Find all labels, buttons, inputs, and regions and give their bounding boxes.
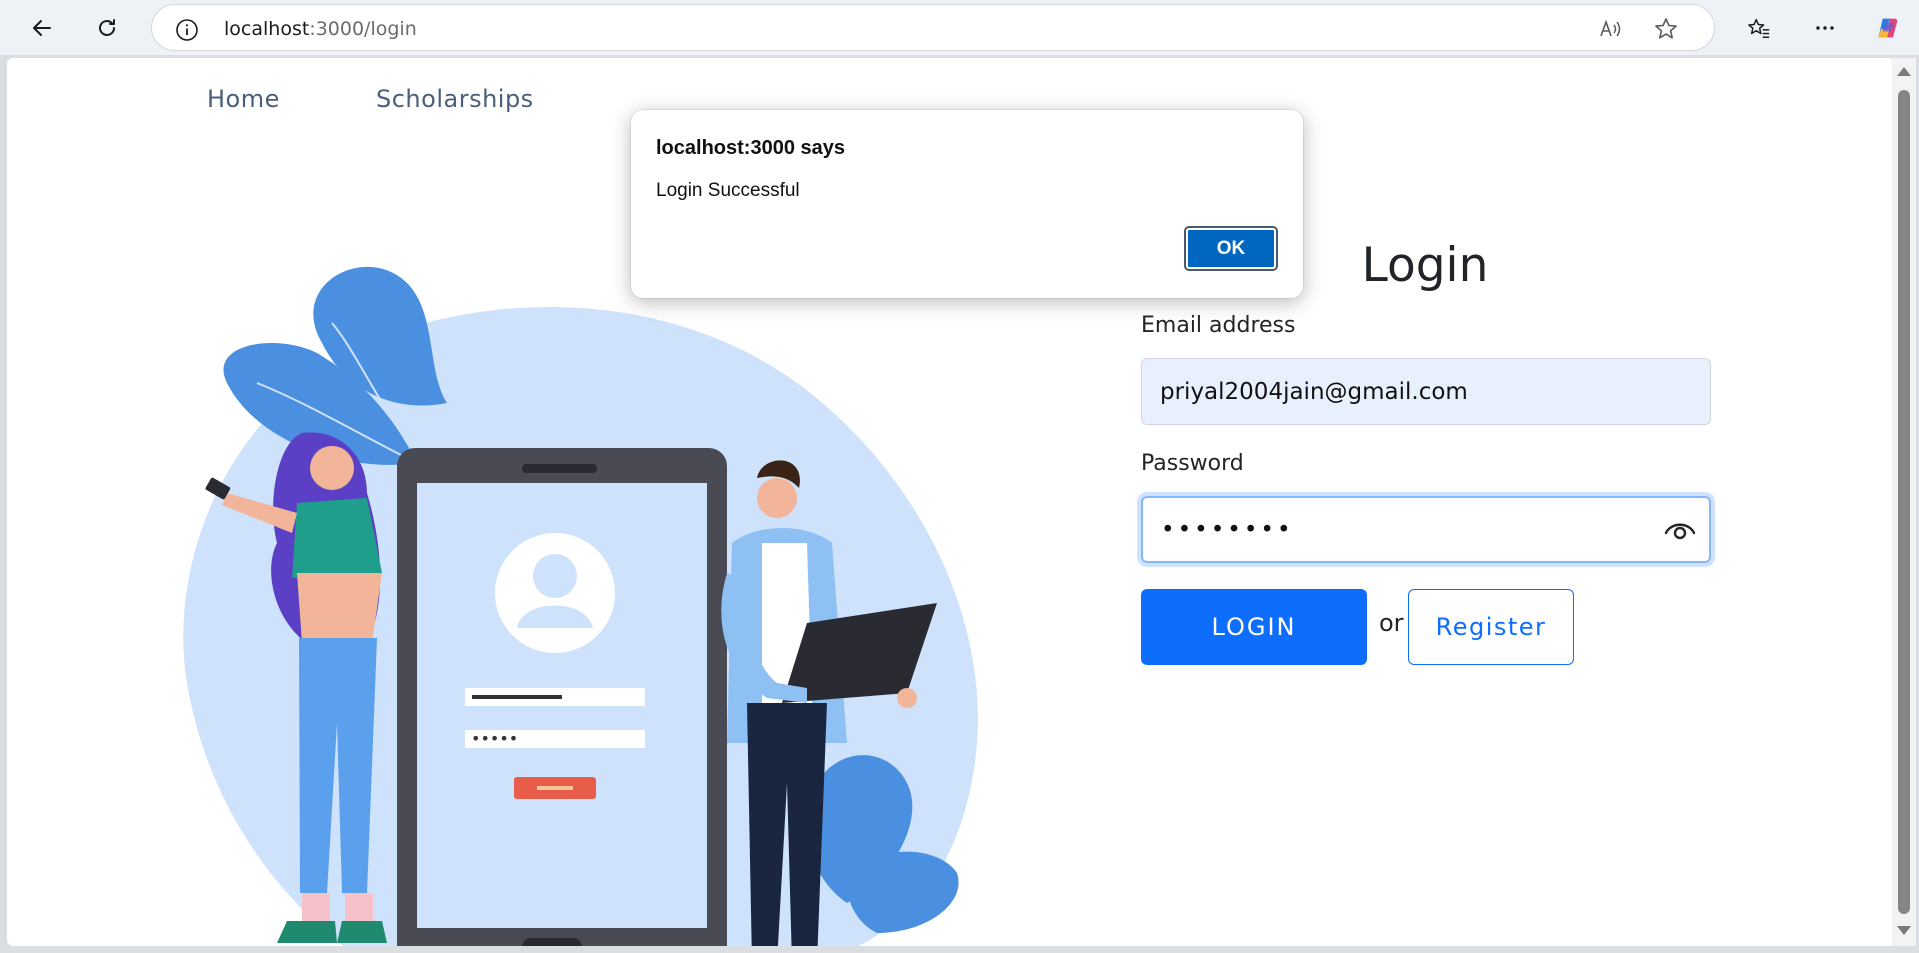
dialog-message: Login Successful (656, 180, 800, 201)
eye-icon[interactable] (1663, 517, 1697, 543)
scroll-up-arrow-icon[interactable] (1897, 67, 1911, 76)
back-icon (33, 20, 51, 36)
copilot-button[interactable] (1869, 10, 1905, 46)
email-label: Email address (1141, 313, 1296, 338)
email-input[interactable]: priyal2004jain@gmail.com (1141, 358, 1711, 425)
back-button[interactable] (24, 10, 60, 46)
reload-icon (99, 19, 115, 36)
login-illustration: ••••• (183, 266, 978, 946)
scrollbar-thumb[interactable] (1898, 90, 1910, 914)
email-value: priyal2004jain@gmail.com (1160, 378, 1468, 405)
nav-home-link[interactable]: Home (207, 85, 280, 113)
info-icon[interactable] (175, 18, 199, 42)
password-input[interactable]: •••••••• (1141, 496, 1711, 563)
url-text[interactable]: localhost:3000/login (224, 18, 417, 40)
star-icon (1655, 18, 1677, 39)
password-value: •••••••• (1161, 516, 1294, 543)
reload-button[interactable] (89, 10, 125, 46)
illustration-password-dots: ••••• (471, 729, 518, 748)
favorites-button[interactable] (1741, 10, 1777, 46)
dialog-title: localhost:3000 says (656, 137, 845, 159)
copilot-icon (1878, 18, 1898, 38)
page-viewport: Home Scholarships ••••• Login Email addr… (7, 58, 1895, 946)
favorite-star-button[interactable] (1653, 16, 1679, 42)
scroll-down-arrow-icon[interactable] (1897, 926, 1911, 935)
read-aloud-icon (1600, 19, 1621, 37)
password-label: Password (1141, 451, 1244, 476)
browser-toolbar: localhost:3000/login (0, 0, 1919, 55)
or-text: or (1379, 609, 1404, 637)
favorites-icon (1748, 18, 1770, 38)
register-button[interactable]: Register (1408, 589, 1574, 665)
dialog-ok-button[interactable]: OK (1184, 226, 1278, 271)
page-scrollbar[interactable] (1892, 58, 1916, 946)
more-icon (1816, 26, 1834, 30)
nav-scholarships-link[interactable]: Scholarships (376, 85, 534, 113)
alert-dialog: localhost:3000 says Login Successful OK (631, 110, 1303, 298)
more-menu-button[interactable] (1807, 10, 1843, 46)
read-aloud-button[interactable] (1597, 16, 1623, 42)
login-button[interactable]: LOGIN (1141, 589, 1367, 665)
address-bar[interactable]: localhost:3000/login (151, 4, 1715, 51)
